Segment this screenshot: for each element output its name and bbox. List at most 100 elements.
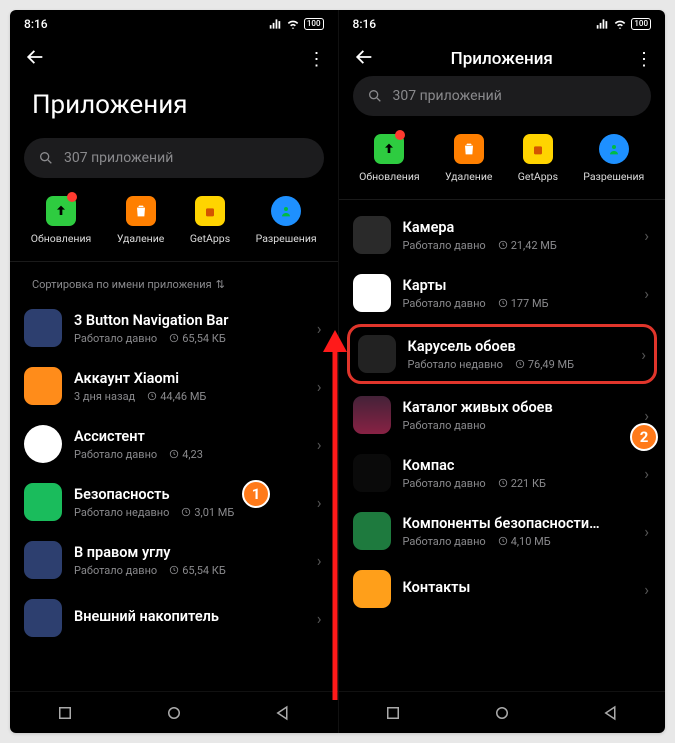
app-text: Ассистент Работало давно 4,23 [74,428,303,461]
app-icon [24,541,62,579]
quick-permissions[interactable]: Разрешения [583,134,644,183]
app-size: 4,23 [169,448,203,461]
app-name: Каталог живых обоев [403,399,631,416]
quick-delete[interactable]: Удаление [117,196,165,245]
app-bar: ⋮ [10,38,338,76]
app-icon [353,396,391,434]
quick-updates[interactable]: Обновления [359,134,420,183]
menu-button[interactable]: ⋮ [629,49,651,70]
app-text: КамераРаботало давно21,42 МБ [403,219,631,252]
app-meta: Работало давно65,54 КБ [74,564,303,577]
app-row[interactable]: БезопасностьРаботало недавно3,01 МБ › [10,473,338,531]
search-placeholder: 307 приложений [64,150,173,166]
app-meta: Работало недавно76,49 МБ [408,358,628,371]
app-icon [24,599,62,637]
sort-icon: ⇅ [216,278,225,291]
app-text: Карусель обоевРаботало недавно76,49 МБ [408,338,628,371]
app-meta: Работало давно177 МБ [403,297,631,310]
trash-icon [461,141,477,157]
app-status: Работало давно [74,448,157,461]
chevron-right-icon: › [642,284,651,303]
app-text: КомпасРаботало давно221 КБ [403,457,631,490]
app-row[interactable]: Карты Работало давно177 МБ › [339,264,666,322]
app-meta: 3 дня назад44,46 МБ [74,390,303,403]
search-input[interactable]: 307 приложений [24,138,324,178]
quick-permissions[interactable]: Разрешения [256,196,317,245]
back-button[interactable] [24,46,46,72]
app-row[interactable]: 3 Button Navigation BarРаботало давно65,… [10,299,338,357]
signal-icon [268,17,282,31]
app-icon [353,216,391,254]
chevron-right-icon: › [642,226,651,245]
app-row[interactable]: Каталог живых обоевРаботало давно› [339,386,666,444]
sort-control[interactable]: Сортировка по имени приложения ⇅ [10,268,338,299]
divider [10,261,338,262]
app-row[interactable]: АссистентРаботало давно4,23› [10,415,338,473]
wifi-icon [286,17,300,31]
app-size: 221 КБ [498,477,546,490]
bag-icon [202,203,218,219]
app-name: В правом углу [74,544,303,561]
chevron-right-icon: › [315,493,324,512]
nav-home[interactable] [165,704,183,722]
app-status: 3 дня назад [74,390,135,403]
updates-badge [395,130,405,140]
app-meta: Работало давно65,54 КБ [74,332,303,345]
app-name: Карты [403,277,631,294]
search-placeholder: 307 приложений [393,88,502,104]
app-name: Ассистент [74,428,303,445]
app-icon [24,483,62,521]
chevron-right-icon: › [315,377,324,396]
app-text: Каталог живых обоев Работало давно [403,399,631,432]
nav-recent[interactable] [384,704,402,722]
app-icon [24,309,62,347]
wifi-icon [613,17,627,31]
quick-updates[interactable]: Обновления [31,196,92,245]
app-text: Контакты [403,579,631,599]
chevron-right-icon: › [315,609,324,628]
app-list-left[interactable]: 3 Button Navigation BarРаботало давно65,… [10,299,338,691]
app-icon [353,570,391,608]
app-row[interactable]: КамераРаботало давно21,42 МБ › [339,206,666,264]
app-status: Работало давно [403,419,486,432]
app-row[interactable]: В правом углуРаботало давно65,54 КБ› [10,531,338,589]
search-input[interactable]: 307 приложений [353,76,652,116]
nav-back[interactable] [274,704,292,722]
app-status: Работало давно [74,332,157,345]
app-name: Внешний накопитель [74,608,303,625]
phone-right: 8:16 100 Приложения ⋮ 307 приложений Обн… [338,10,666,733]
quick-getapps[interactable]: GetApps [518,134,558,183]
app-status: Работало недавно [408,358,503,371]
app-text: Внешний накопитель [74,608,303,628]
app-row[interactable]: Карусель обоевРаботало недавно76,49 МБ› [347,324,658,384]
nav-home[interactable] [493,704,511,722]
trash-icon [133,203,149,219]
page-title: Приложения [387,49,618,69]
battery-icon: 100 [631,18,651,30]
menu-button[interactable]: ⋮ [302,49,324,70]
back-button[interactable] [353,46,375,72]
quick-getapps[interactable]: GetApps [190,196,230,245]
nav-recent[interactable] [56,704,74,722]
app-row[interactable]: Аккаунт Xiaomi3 дня назад44,46 МБ› [10,357,338,415]
app-size: 177 МБ [498,297,549,310]
app-list-right[interactable]: КамераРаботало давно21,42 МБ › Карты Работа… [339,206,666,691]
quick-actions: Обновления Удаление GetApps Разрешения [10,190,338,261]
chevron-right-icon: › [315,319,324,338]
tutorial-composite: 8:16 100 ⋮ Приложения 307 приложений Обн… [10,10,665,733]
app-text: БезопасностьРаботало недавно3,01 МБ [74,486,303,519]
nav-back[interactable] [602,704,620,722]
divider [339,199,666,200]
nav-bar [10,691,338,733]
app-row[interactable]: Внешний накопитель › [10,589,338,647]
app-row[interactable]: КомпасРаботало давно221 КБ› [339,444,666,502]
app-meta: Работало давно21,42 МБ [403,239,631,252]
app-icon [358,335,396,373]
status-time: 8:16 [24,17,48,31]
quick-delete[interactable]: Удаление [445,134,493,183]
app-size: 65,54 КБ [169,564,226,577]
app-row[interactable]: Компоненты безопасности…Работало давно4,… [339,502,666,560]
app-text: Карты Работало давно177 МБ [403,277,631,310]
app-meta: Работало давно [403,419,631,432]
app-row[interactable]: Контакты› [339,560,666,618]
